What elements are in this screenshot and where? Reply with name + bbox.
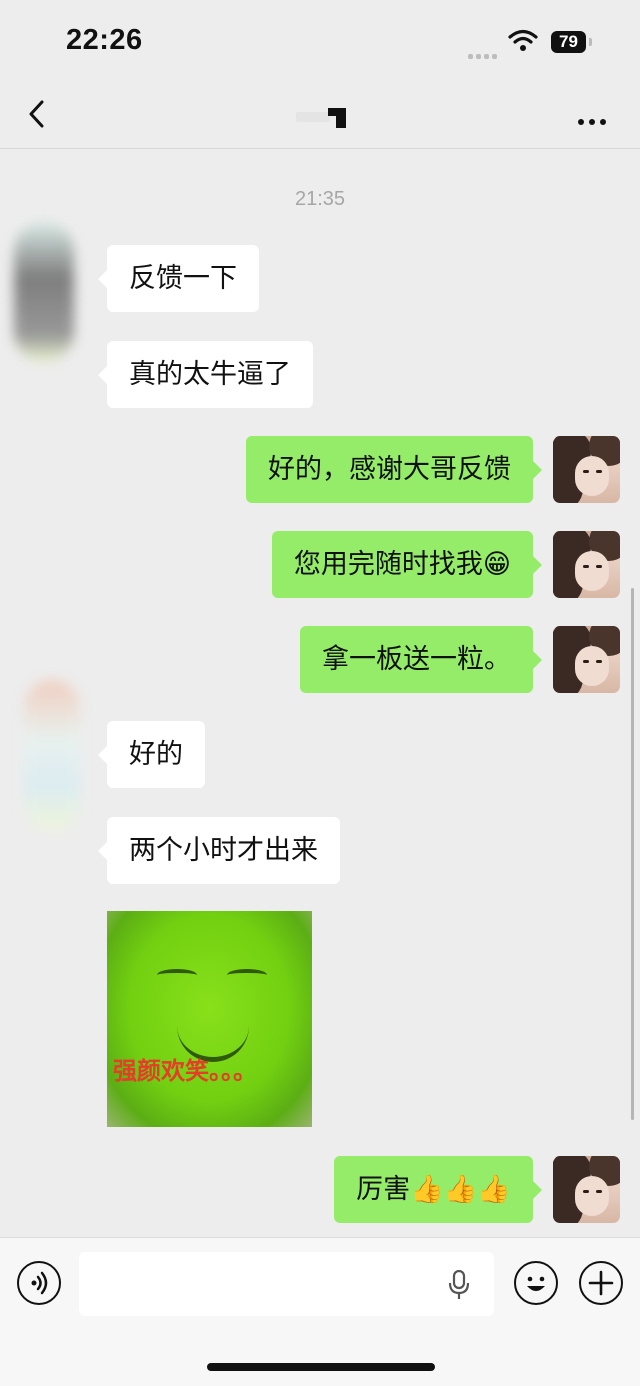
message-bubble-incoming[interactable]: 真的太牛逼了 bbox=[98, 341, 313, 408]
sticker-eye bbox=[227, 969, 267, 981]
chat-timestamp: 21:35 bbox=[294, 188, 346, 210]
message-bubble-incoming[interactable]: 好的 bbox=[98, 721, 205, 788]
chat-header bbox=[0, 80, 640, 149]
sticker-image[interactable]: 强颜欢笑。。。 bbox=[107, 911, 312, 1127]
voice-icon[interactable] bbox=[17, 1261, 61, 1305]
signal-icon bbox=[468, 44, 500, 63]
my-avatar[interactable] bbox=[553, 531, 620, 598]
wifi-icon bbox=[508, 29, 538, 51]
chevron-left-icon[interactable] bbox=[24, 96, 54, 132]
sticker-eye bbox=[157, 969, 197, 981]
message-bubble-outgoing[interactable]: 好的，感谢大哥反馈 bbox=[246, 436, 542, 503]
my-avatar[interactable] bbox=[553, 436, 620, 503]
contact-avatar[interactable] bbox=[14, 222, 74, 362]
status-time: 22:26 bbox=[66, 24, 143, 56]
sticker-caption: 强颜欢笑。。。 bbox=[113, 1057, 257, 1085]
message-bubble-outgoing[interactable]: 厉害👍👍👍 bbox=[334, 1156, 542, 1223]
emoji-icon[interactable] bbox=[514, 1261, 558, 1305]
battery-indicator: 79 bbox=[551, 31, 586, 53]
scrollbar[interactable] bbox=[631, 588, 634, 1120]
battery-tip bbox=[589, 38, 592, 46]
input-bar bbox=[0, 1237, 640, 1386]
plus-icon[interactable] bbox=[579, 1261, 623, 1305]
status-bar: 22:26 79 bbox=[0, 0, 640, 80]
home-indicator bbox=[207, 1363, 435, 1371]
contact-avatar[interactable] bbox=[24, 680, 80, 830]
more-icon[interactable] bbox=[578, 110, 611, 129]
message-bubble-outgoing[interactable]: 拿一板送一粒。 bbox=[300, 626, 542, 693]
message-bubble-outgoing[interactable]: 您用完随时找我😁 bbox=[271, 531, 543, 598]
message-bubble-incoming[interactable]: 两个小时才出来 bbox=[98, 817, 340, 884]
message-input[interactable] bbox=[79, 1252, 494, 1316]
my-avatar[interactable] bbox=[553, 626, 620, 693]
contact-name-redacted bbox=[296, 106, 350, 128]
message-bubble-incoming[interactable]: 反馈一下 bbox=[98, 245, 259, 312]
my-avatar[interactable] bbox=[553, 1156, 620, 1223]
mic-icon[interactable] bbox=[448, 1270, 470, 1300]
